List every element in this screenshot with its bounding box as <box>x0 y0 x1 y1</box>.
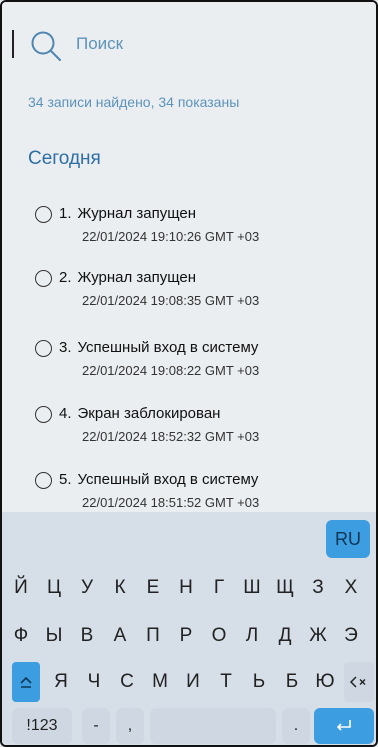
item-timestamp: 22/01/2024 19:08:35 GMT +03 <box>82 293 260 308</box>
keyboard: RU Й Ц У К Е Н Г Ш Щ З Х Ф Ы В А П Р О Л… <box>2 512 376 745</box>
key[interactable]: С <box>112 662 142 702</box>
key[interactable]: Н <box>171 568 201 608</box>
symbols-key[interactable]: !123 <box>12 708 72 744</box>
list-item[interactable]: 4. Экран заблокирован 22/01/2024 18:52:32… <box>2 400 376 462</box>
key[interactable]: Р <box>171 616 201 656</box>
search-icon <box>31 31 61 61</box>
text-cursor <box>12 30 14 58</box>
key[interactable]: Г <box>204 568 234 608</box>
select-radio[interactable] <box>35 206 52 223</box>
item-number: 1. <box>59 205 72 222</box>
enter-icon <box>336 720 351 731</box>
key[interactable]: Т <box>211 662 241 702</box>
period-key[interactable]: . <box>282 708 310 744</box>
item-title: 4. Экран заблокирован <box>59 405 220 422</box>
key[interactable]: О <box>204 616 234 656</box>
shift-key[interactable] <box>12 662 40 702</box>
key[interactable]: Ч <box>79 662 109 702</box>
key[interactable]: Ы <box>39 616 69 656</box>
key[interactable]: Ь <box>244 662 274 702</box>
space-key[interactable] <box>150 708 276 744</box>
dash-key[interactable]: - <box>82 708 110 744</box>
shift-icon <box>20 676 32 688</box>
key[interactable]: Ю <box>310 662 340 702</box>
list-item[interactable]: 2. Журнал запущен 22/01/2024 19:08:35 GMT… <box>2 264 376 326</box>
key[interactable]: Ж <box>303 616 333 656</box>
key[interactable]: Л <box>237 616 267 656</box>
key[interactable]: И <box>178 662 208 702</box>
item-title-text: Журнал запущен <box>77 269 197 286</box>
select-radio[interactable] <box>35 340 52 357</box>
keyboard-row-2: Ф Ы В А П Р О Л Д Ж Э <box>2 616 376 656</box>
item-title-text: Экран заблокирован <box>77 405 221 422</box>
search-input[interactable]: Поиск <box>76 34 123 54</box>
screen: Поиск 34 записи найдено, 34 показаны Сег… <box>0 0 378 747</box>
item-timestamp: 22/01/2024 18:51:52 GMT +03 <box>82 495 260 510</box>
backspace-icon <box>349 676 366 688</box>
key[interactable]: Э <box>336 616 366 656</box>
key[interactable]: Д <box>270 616 300 656</box>
item-number: 4. <box>59 405 72 422</box>
item-title: 5. Успешный вход в систему <box>59 471 258 488</box>
key[interactable]: Х <box>336 568 366 608</box>
item-number: 2. <box>59 269 72 286</box>
key[interactable]: В <box>72 616 102 656</box>
item-timestamp: 22/01/2024 19:10:26 GMT +03 <box>82 229 260 244</box>
key[interactable]: Ф <box>6 616 36 656</box>
key[interactable]: У <box>72 568 102 608</box>
enter-key[interactable] <box>314 708 374 744</box>
keyboard-row-3: Я Ч С М И Т Ь Б Ю <box>2 662 376 702</box>
item-title: 1. Журнал запущен <box>59 205 196 222</box>
list-item[interactable]: 1. Журнал запущен 22/01/2024 19:10:26 GMT… <box>2 200 376 262</box>
search-bar[interactable]: Поиск <box>2 2 376 86</box>
backspace-key[interactable] <box>344 662 374 702</box>
item-number: 3. <box>59 339 72 356</box>
key[interactable]: А <box>105 616 135 656</box>
key[interactable]: З <box>303 568 333 608</box>
key[interactable]: Е <box>138 568 168 608</box>
comma-key[interactable]: , <box>116 708 144 744</box>
key[interactable]: К <box>105 568 135 608</box>
key[interactable]: Ш <box>237 568 267 608</box>
section-title: Сегодня <box>28 148 101 169</box>
keyboard-row-bottom: !123 - , . <box>2 708 376 744</box>
key[interactable]: Б <box>277 662 307 702</box>
select-radio[interactable] <box>35 270 52 287</box>
item-title: 2. Журнал запущен <box>59 269 196 286</box>
item-title-text: Журнал запущен <box>77 205 197 222</box>
item-title-text: Успешный вход в систему <box>77 339 259 356</box>
item-timestamp: 22/01/2024 18:52:32 GMT +03 <box>82 429 260 444</box>
keyboard-row-1: Й Ц У К Е Н Г Ш Щ З Х <box>2 568 376 608</box>
language-key[interactable]: RU <box>326 520 370 558</box>
key[interactable]: Щ <box>270 568 300 608</box>
key[interactable]: Й <box>6 568 36 608</box>
item-number: 5. <box>59 471 72 488</box>
list-item[interactable]: 3. Успешный вход в систему 22/01/2024 19:… <box>2 334 376 396</box>
item-title: 3. Успешный вход в систему <box>59 339 258 356</box>
key[interactable]: Ц <box>39 568 69 608</box>
select-radio[interactable] <box>35 406 52 423</box>
select-radio[interactable] <box>35 472 52 489</box>
item-timestamp: 22/01/2024 19:08:22 GMT +03 <box>82 363 260 378</box>
item-title-text: Успешный вход в систему <box>77 471 259 488</box>
key[interactable]: Я <box>46 662 76 702</box>
results-summary: 34 записи найдено, 34 показаны <box>28 94 240 110</box>
key[interactable]: М <box>145 662 175 702</box>
key[interactable]: П <box>138 616 168 656</box>
